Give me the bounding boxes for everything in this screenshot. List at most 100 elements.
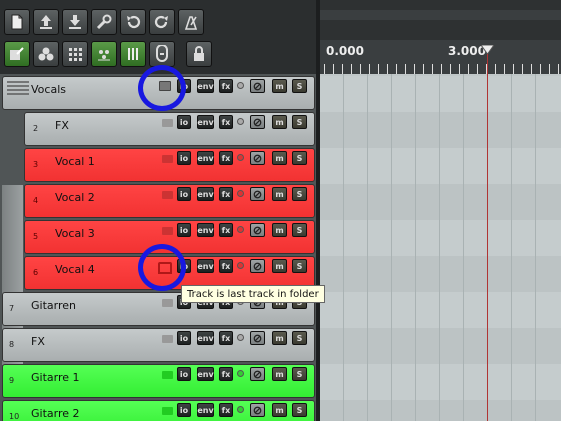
track-lane[interactable] <box>320 292 561 328</box>
solo-button[interactable]: S <box>292 187 307 201</box>
solo-button[interactable]: S <box>292 259 307 273</box>
solo-button[interactable]: S <box>292 115 307 129</box>
phase-invert-button[interactable] <box>250 151 265 165</box>
envelope-button[interactable]: env <box>197 403 214 417</box>
track-lane[interactable] <box>320 256 561 292</box>
track-9[interactable]: 9 Gitarre 1 io env fx m S <box>2 364 315 398</box>
mute-button[interactable]: m <box>272 367 287 381</box>
record-arm-led[interactable] <box>237 262 244 269</box>
track-lane[interactable] <box>320 220 561 256</box>
envelope-button[interactable]: env <box>197 115 214 129</box>
track-lane[interactable] <box>320 112 561 148</box>
envelope-button[interactable]: env <box>197 79 214 93</box>
folder-normal-icon[interactable] <box>162 407 173 415</box>
envelope-button[interactable]: env <box>197 223 214 237</box>
envelope-button[interactable]: env <box>197 259 214 273</box>
fx-button[interactable]: fx <box>219 223 233 237</box>
mute-button[interactable]: m <box>272 79 287 93</box>
phase-invert-button[interactable] <box>250 259 265 273</box>
track-lane[interactable] <box>320 76 561 112</box>
arrange-view[interactable]: 0.000 3.000 <box>320 0 561 421</box>
phase-invert-button[interactable] <box>250 223 265 237</box>
track-lane[interactable] <box>320 328 561 364</box>
envelope-button[interactable]: env <box>197 187 214 201</box>
phase-invert-button[interactable] <box>250 331 265 345</box>
track-name[interactable]: Gitarre 2 <box>31 407 80 420</box>
lock-button[interactable] <box>186 41 212 67</box>
save-project-button[interactable] <box>62 9 88 35</box>
record-arm-led[interactable] <box>237 334 244 341</box>
phase-invert-button[interactable] <box>250 79 265 93</box>
folder-normal-icon[interactable] <box>162 335 173 343</box>
envelope-button[interactable]: env <box>197 367 214 381</box>
fx-button[interactable]: fx <box>219 151 233 165</box>
track-3[interactable]: 3 Vocal 1 io env fx m S <box>24 148 315 182</box>
track-lane[interactable] <box>320 400 561 421</box>
new-project-button[interactable] <box>4 9 30 35</box>
io-button[interactable]: io <box>177 187 191 201</box>
record-arm-led[interactable] <box>237 154 244 161</box>
phase-invert-button[interactable] <box>250 115 265 129</box>
solo-button[interactable]: S <box>292 403 307 417</box>
track-name[interactable]: Vocal 3 <box>55 227 95 240</box>
folder-normal-icon[interactable] <box>162 299 173 307</box>
folder-normal-icon[interactable] <box>162 371 173 379</box>
mute-button[interactable]: m <box>272 115 287 129</box>
envelope-button[interactable]: env <box>197 151 214 165</box>
solo-button[interactable]: S <box>292 223 307 237</box>
folder-normal-icon[interactable] <box>162 191 173 199</box>
track-name[interactable]: Vocals <box>31 83 66 96</box>
io-button[interactable]: io <box>177 331 191 345</box>
redo-button[interactable] <box>149 9 175 35</box>
record-arm-led[interactable] <box>237 406 244 413</box>
record-arm-led[interactable] <box>237 370 244 377</box>
fx-button[interactable]: fx <box>219 115 233 129</box>
record-arm-led[interactable] <box>237 118 244 125</box>
track-name[interactable]: FX <box>31 335 45 348</box>
ruler-region-bar[interactable] <box>320 0 561 40</box>
phase-invert-button[interactable] <box>250 403 265 417</box>
mute-button[interactable]: m <box>272 187 287 201</box>
track-lane[interactable] <box>320 364 561 400</box>
shield-button[interactable] <box>149 41 175 67</box>
mute-button[interactable]: m <box>272 331 287 345</box>
snap-button[interactable] <box>4 41 30 67</box>
record-arm-led[interactable] <box>237 226 244 233</box>
folder-normal-icon[interactable] <box>162 155 173 163</box>
track-name[interactable]: Vocal 1 <box>55 155 95 168</box>
fx-button[interactable]: fx <box>219 367 233 381</box>
fx-button[interactable]: fx <box>219 259 233 273</box>
io-button[interactable]: io <box>177 367 191 381</box>
track-4[interactable]: 4 Vocal 2 io env fx m S <box>24 184 315 218</box>
track-name[interactable]: Gitarren <box>31 299 76 312</box>
mute-button[interactable]: m <box>272 259 287 273</box>
phase-invert-button[interactable] <box>250 367 265 381</box>
solo-button[interactable]: S <box>292 79 307 93</box>
grid-button[interactable] <box>62 41 88 67</box>
fx-button[interactable]: fx <box>219 403 233 417</box>
track-name[interactable]: FX <box>55 119 69 132</box>
track-2[interactable]: 2 FX io env fx m S <box>24 112 315 146</box>
track-name[interactable]: Vocal 4 <box>55 263 95 276</box>
track-name[interactable]: Vocal 2 <box>55 191 95 204</box>
io-button[interactable]: io <box>177 223 191 237</box>
fx-button[interactable]: fx <box>219 79 233 93</box>
io-button[interactable]: io <box>177 403 191 417</box>
preferences-button[interactable] <box>91 9 117 35</box>
solo-button[interactable]: S <box>292 367 307 381</box>
track-8[interactable]: 8 FX io env fx m S <box>2 328 315 362</box>
solo-button[interactable]: S <box>292 151 307 165</box>
fx-button[interactable]: fx <box>219 187 233 201</box>
fx-button[interactable]: fx <box>219 331 233 345</box>
io-button[interactable]: io <box>177 115 191 129</box>
envelope-lock-button[interactable] <box>91 41 117 67</box>
record-arm-led[interactable] <box>237 82 244 89</box>
phase-invert-button[interactable] <box>250 187 265 201</box>
track-lane[interactable] <box>320 148 561 184</box>
track-10[interactable]: 10 Gitarre 2 io env fx m S <box>2 400 315 421</box>
io-button[interactable]: io <box>177 151 191 165</box>
mute-button[interactable]: m <box>272 403 287 417</box>
undo-button[interactable] <box>120 9 146 35</box>
item-lock-button[interactable] <box>120 41 146 67</box>
ripple-edit-button[interactable] <box>33 41 59 67</box>
